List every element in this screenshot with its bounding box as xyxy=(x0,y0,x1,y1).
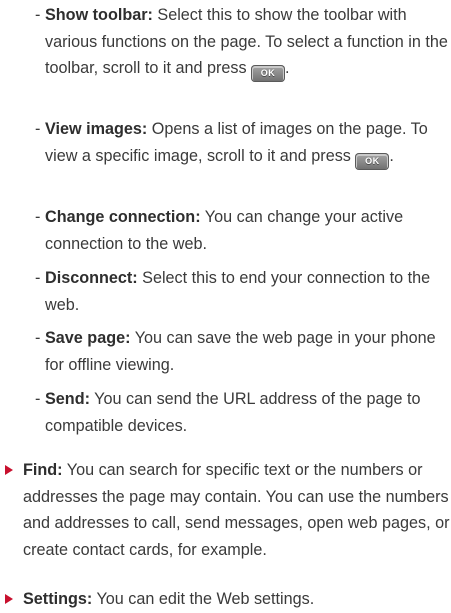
menu-item-save-page: - Save page: You can save the web page in… xyxy=(35,325,451,378)
menu-item-show-toolbar: - Show toolbar: Select this to show the t… xyxy=(35,2,451,82)
menu-item-send: - Send: You can send the URL address of t… xyxy=(35,386,451,439)
menu-item-view-images: - View images: Opens a list of images on … xyxy=(35,116,451,170)
dash-marker: - xyxy=(35,6,41,24)
dash-marker: - xyxy=(35,120,41,138)
item-period: . xyxy=(285,59,290,77)
menu-item-change-connection: - Change connection: You can change your … xyxy=(35,204,451,257)
item-description: You can send the URL address of the page… xyxy=(45,390,421,435)
dash-marker: - xyxy=(35,269,41,287)
item-term: Change connection: xyxy=(45,208,201,226)
item-term: Send: xyxy=(45,390,90,408)
triangle-bullet-icon xyxy=(5,465,13,475)
menu-item-disconnect: - Disconnect: Select this to end your con… xyxy=(35,265,451,318)
item-term: Find: xyxy=(23,461,63,479)
manual-page: - Show toolbar: Select this to show the t… xyxy=(0,0,451,611)
menu-item-find: Find: You can search for specific text o… xyxy=(5,457,451,563)
item-description: You can search for specific text or the … xyxy=(23,461,450,559)
menu-item-settings: Settings: You can edit the Web settings. xyxy=(5,586,451,613)
item-term: Save page: xyxy=(45,329,131,347)
dash-marker: - xyxy=(35,208,41,226)
ok-key-icon: OK xyxy=(355,152,390,170)
dash-marker: - xyxy=(35,390,41,408)
item-description: You can edit the Web settings. xyxy=(92,590,315,608)
triangle-bullet-icon xyxy=(5,594,13,604)
item-term: View images: xyxy=(45,120,148,138)
dash-marker: - xyxy=(35,329,41,347)
item-term: Disconnect: xyxy=(45,269,138,287)
item-term: Settings: xyxy=(23,590,93,608)
item-term: Show toolbar: xyxy=(45,6,153,24)
ok-key-icon: OK xyxy=(251,65,286,82)
item-period: . xyxy=(389,146,394,165)
